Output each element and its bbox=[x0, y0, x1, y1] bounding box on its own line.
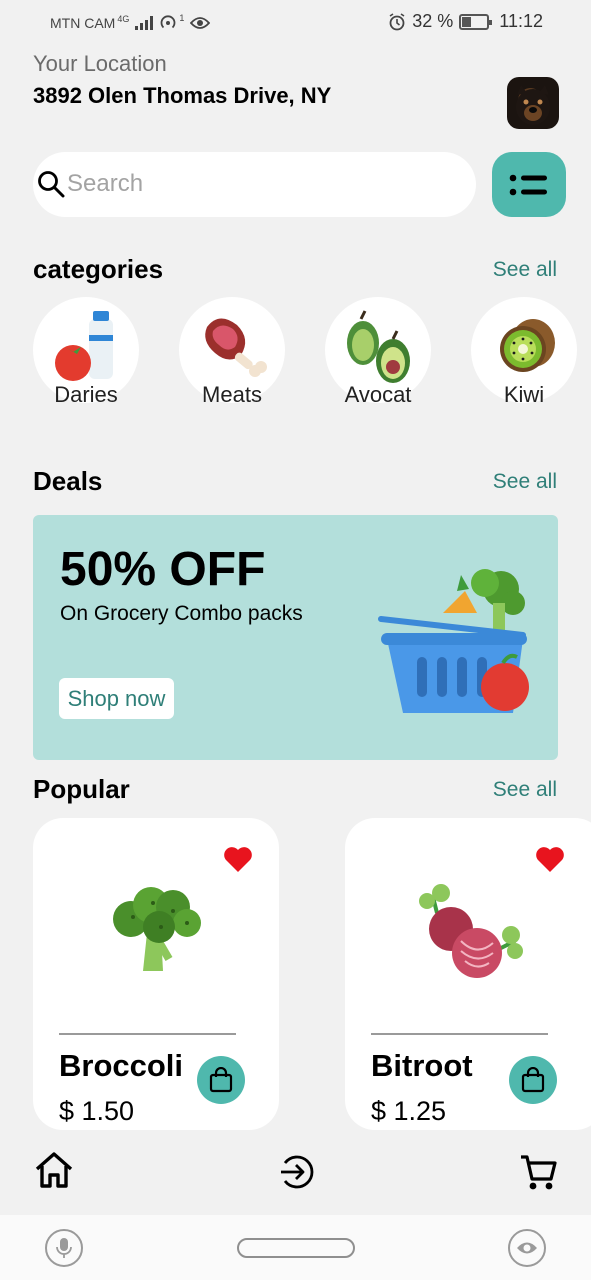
category-label: Daries bbox=[54, 382, 118, 407]
product-card-broccoli[interactable]: Broccoli $ 1.50 bbox=[33, 818, 279, 1130]
network-type: 4G bbox=[117, 14, 130, 24]
clock: 11:12 bbox=[499, 11, 543, 31]
filter-button[interactable] bbox=[492, 152, 566, 217]
home-pill[interactable] bbox=[237, 1238, 355, 1258]
product-name: Bitroot bbox=[371, 1048, 473, 1083]
status-bar: MTN CAM 4G 1 32 % 11:12 bbox=[0, 0, 591, 46]
eye-comfort-button[interactable] bbox=[508, 1229, 546, 1267]
add-to-cart-button[interactable] bbox=[509, 1056, 557, 1104]
hotspot-icon bbox=[161, 15, 176, 29]
location-value[interactable]: 3892 Olen Thomas Drive, NY bbox=[33, 83, 331, 109]
product-card-beetroot[interactable]: Bitroot $ 1.25 bbox=[345, 818, 591, 1130]
status-left: MTN CAM 4G 1 bbox=[50, 13, 211, 32]
shopping-bag-icon bbox=[521, 1067, 545, 1093]
beetroot-icon bbox=[419, 884, 523, 978]
add-to-cart-button[interactable] bbox=[197, 1056, 245, 1104]
login-arrow-icon[interactable] bbox=[277, 1153, 315, 1191]
battery-percent: 32 % bbox=[412, 11, 454, 31]
signal-icon bbox=[135, 16, 154, 30]
deal-subtitle: On Grocery Combo packs bbox=[60, 602, 303, 625]
carrier-name: MTN CAM bbox=[50, 15, 116, 31]
location-label: Your Location bbox=[33, 51, 167, 76]
deals-see-all[interactable]: See all bbox=[493, 470, 557, 494]
eye-status-icon bbox=[190, 17, 211, 29]
microphone-button[interactable] bbox=[45, 1229, 83, 1267]
favorite-heart-icon[interactable] bbox=[223, 846, 253, 873]
search-input[interactable] bbox=[67, 164, 457, 204]
microphone-icon bbox=[56, 1238, 72, 1258]
category-label: Meats bbox=[202, 382, 262, 407]
home-icon[interactable] bbox=[34, 1151, 74, 1189]
status-right: 32 % 11:12 bbox=[388, 11, 543, 32]
product-name: Broccoli bbox=[59, 1048, 184, 1083]
battery-icon bbox=[459, 13, 493, 30]
card-divider bbox=[59, 1033, 236, 1035]
dog-avatar-icon bbox=[516, 85, 550, 125]
deal-headline: 50% OFF bbox=[60, 543, 266, 596]
notification-count: 1 bbox=[179, 13, 185, 23]
popular-title: Popular bbox=[33, 774, 130, 804]
eye-icon bbox=[517, 1242, 537, 1254]
search-bar[interactable] bbox=[33, 152, 476, 217]
profile-avatar[interactable] bbox=[507, 77, 559, 129]
product-price: $ 1.50 bbox=[59, 1096, 135, 1126]
category-label: Avocat bbox=[344, 382, 412, 407]
popular-see-all[interactable]: See all bbox=[493, 778, 557, 802]
categories-title: categories bbox=[33, 254, 164, 284]
grocery-basket-icon bbox=[378, 569, 529, 713]
shopping-bag-icon bbox=[209, 1067, 233, 1093]
categories-see-all[interactable]: See all bbox=[493, 258, 557, 282]
deal-banner[interactable]: 50% OFF On Grocery Combo packs Shop now bbox=[33, 515, 558, 760]
category-label: Kiwi bbox=[503, 382, 545, 407]
search-icon bbox=[38, 171, 65, 198]
favorite-heart-icon[interactable] bbox=[535, 846, 565, 873]
product-price: $ 1.25 bbox=[371, 1096, 447, 1126]
filter-list-icon bbox=[509, 174, 547, 195]
cart-icon[interactable] bbox=[519, 1153, 557, 1191]
broccoli-icon bbox=[113, 887, 201, 971]
card-divider bbox=[371, 1033, 548, 1035]
deals-title: Deals bbox=[33, 466, 103, 496]
alarm-icon bbox=[389, 12, 405, 30]
shop-now-button[interactable]: Shop now bbox=[59, 678, 174, 719]
